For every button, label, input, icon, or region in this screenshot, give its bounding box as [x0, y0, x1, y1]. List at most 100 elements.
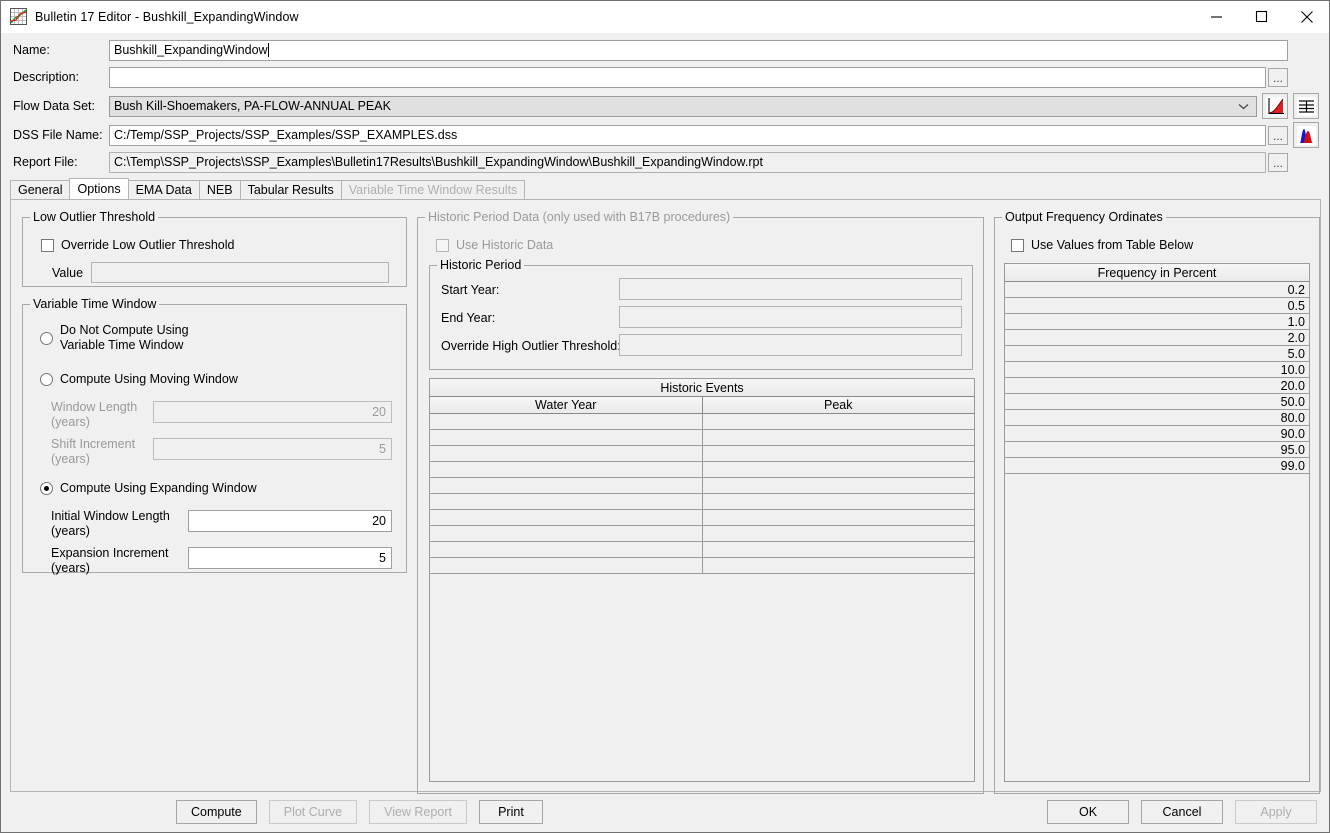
radio-moving-window[interactable] [40, 373, 53, 386]
cell-peak[interactable] [703, 462, 975, 477]
cell-water-year[interactable] [430, 414, 703, 429]
table-row[interactable]: 20.0 [1005, 378, 1309, 394]
tab-neb[interactable]: NEB [199, 180, 241, 199]
dss-file-browse-button[interactable]: ... [1268, 126, 1288, 145]
table-row[interactable]: 90.0 [1005, 426, 1309, 442]
table-row[interactable] [430, 542, 974, 558]
cell-peak[interactable] [703, 558, 975, 573]
dss-file-input[interactable]: C:/Temp/SSP_Projects/SSP_Examples/SSP_EX… [109, 125, 1266, 146]
end-year-input[interactable] [619, 306, 962, 328]
flow-data-set-label: Flow Data Set: [13, 99, 109, 113]
plot-curve-button: Plot Curve [269, 800, 357, 824]
radio-do-not-compute[interactable] [40, 332, 53, 345]
ok-button[interactable]: OK [1047, 800, 1129, 824]
initial-window-length-input[interactable]: 20 [188, 510, 392, 532]
cell-frequency[interactable]: 5.0 [1005, 346, 1309, 361]
cell-water-year[interactable] [430, 526, 703, 541]
table-row[interactable] [430, 510, 974, 526]
cell-water-year[interactable] [430, 430, 703, 445]
cell-frequency[interactable]: 50.0 [1005, 394, 1309, 409]
column-header-frequency-in-percent[interactable]: Frequency in Percent [1005, 264, 1309, 281]
historic-period-subgroup-title: Historic Period [437, 258, 524, 272]
window-length-label: Window Length (years) [51, 400, 137, 430]
table-row[interactable]: 10.0 [1005, 362, 1309, 378]
close-icon[interactable] [1284, 1, 1329, 32]
radio-moving-window-row[interactable]: Compute Using Moving Window [40, 372, 238, 386]
compute-button[interactable]: Compute [176, 800, 257, 824]
report-file-browse-button[interactable]: ... [1268, 153, 1288, 172]
column-header-water-year[interactable]: Water Year [430, 397, 703, 413]
table-row[interactable]: 0.2 [1005, 282, 1309, 298]
table-row[interactable] [430, 526, 974, 542]
cell-peak[interactable] [703, 526, 975, 541]
start-year-input[interactable] [619, 278, 962, 300]
use-values-from-table-checkbox-row[interactable]: Use Values from Table Below [1011, 238, 1193, 252]
table-row[interactable]: 95.0 [1005, 442, 1309, 458]
cell-peak[interactable] [703, 446, 975, 461]
tab-options[interactable]: Options [69, 178, 128, 199]
column-header-peak[interactable]: Peak [703, 397, 975, 413]
cell-water-year[interactable] [430, 478, 703, 493]
cell-peak[interactable] [703, 510, 975, 525]
table-row[interactable]: 0.5 [1005, 298, 1309, 314]
cell-frequency[interactable]: 80.0 [1005, 410, 1309, 425]
minimize-icon[interactable] [1194, 1, 1239, 32]
table-row[interactable] [430, 494, 974, 510]
table-row[interactable]: 2.0 [1005, 330, 1309, 346]
tab-ema-data[interactable]: EMA Data [128, 180, 200, 199]
table-row[interactable] [430, 430, 974, 446]
radio-expanding-window-row[interactable]: Compute Using Expanding Window [40, 481, 257, 495]
cell-frequency[interactable]: 0.5 [1005, 298, 1309, 313]
table-row[interactable]: 5.0 [1005, 346, 1309, 362]
cell-frequency[interactable]: 20.0 [1005, 378, 1309, 393]
cell-water-year[interactable] [430, 558, 703, 573]
cell-water-year[interactable] [430, 446, 703, 461]
print-button[interactable]: Print [479, 800, 543, 824]
cell-water-year[interactable] [430, 542, 703, 557]
plot-curve-icon-button[interactable] [1262, 93, 1288, 119]
table-row[interactable]: 50.0 [1005, 394, 1309, 410]
expansion-increment-input[interactable]: 5 [188, 547, 392, 569]
cell-water-year[interactable] [430, 510, 703, 525]
cell-peak[interactable] [703, 494, 975, 509]
cell-frequency[interactable]: 99.0 [1005, 458, 1309, 473]
flow-data-set-combo[interactable]: Bush Kill-Shoemakers, PA-FLOW-ANNUAL PEA… [109, 96, 1257, 117]
description-input[interactable] [109, 67, 1266, 88]
histogram-icon-button[interactable] [1293, 122, 1319, 148]
cell-peak[interactable] [703, 430, 975, 445]
name-input[interactable]: Bushkill_ExpandingWindow [109, 40, 1288, 61]
override-low-outlier-checkbox[interactable] [41, 239, 54, 252]
table-row[interactable]: 80.0 [1005, 410, 1309, 426]
low-outlier-value-input[interactable] [91, 262, 389, 283]
table-row[interactable]: 99.0 [1005, 458, 1309, 474]
description-browse-button[interactable]: ... [1268, 68, 1288, 87]
use-values-from-table-checkbox[interactable] [1011, 239, 1024, 252]
tab-general[interactable]: General [10, 180, 70, 199]
cell-peak[interactable] [703, 542, 975, 557]
cell-frequency[interactable]: 2.0 [1005, 330, 1309, 345]
cell-frequency[interactable]: 10.0 [1005, 362, 1309, 377]
cell-water-year[interactable] [430, 462, 703, 477]
table-icon-button[interactable] [1293, 93, 1319, 119]
table-row[interactable] [430, 558, 974, 574]
override-high-outlier-input[interactable] [619, 334, 962, 356]
cell-peak[interactable] [703, 478, 975, 493]
table-row[interactable] [430, 446, 974, 462]
cell-water-year[interactable] [430, 494, 703, 509]
cancel-button[interactable]: Cancel [1141, 800, 1223, 824]
table-row[interactable] [430, 478, 974, 494]
tab-tabular-results[interactable]: Tabular Results [240, 180, 342, 199]
cell-frequency[interactable]: 90.0 [1005, 426, 1309, 441]
cell-peak[interactable] [703, 414, 975, 429]
maximize-icon[interactable] [1239, 1, 1284, 32]
cell-frequency[interactable]: 1.0 [1005, 314, 1309, 329]
table-row[interactable] [430, 414, 974, 430]
radio-expanding-window[interactable] [40, 482, 53, 495]
cell-frequency[interactable]: 0.2 [1005, 282, 1309, 297]
radio-do-not-compute-row[interactable]: Do Not Compute Using Variable Time Windo… [40, 323, 189, 353]
override-low-outlier-checkbox-row[interactable]: Override Low Outlier Threshold [41, 238, 234, 252]
shift-increment-label: Shift Increment (years) [51, 437, 135, 467]
cell-frequency[interactable]: 95.0 [1005, 442, 1309, 457]
table-row[interactable]: 1.0 [1005, 314, 1309, 330]
table-row[interactable] [430, 462, 974, 478]
